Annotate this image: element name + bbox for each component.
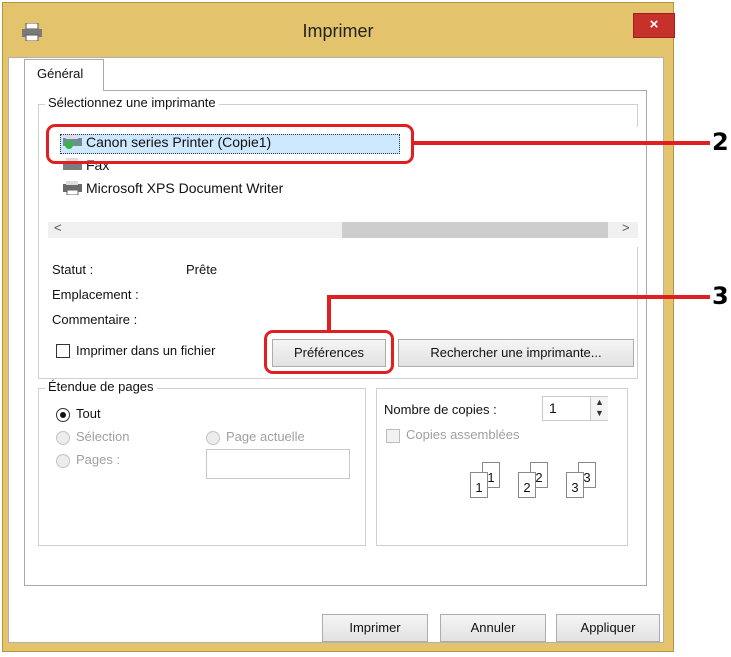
pages-input[interactable] <box>206 449 350 479</box>
pages-radio[interactable] <box>56 454 70 468</box>
preferences-callout-number: 3 <box>712 282 729 310</box>
printer-list-item-xps[interactable]: Microsoft XPS Document Writer <box>62 180 283 200</box>
collate-page-front: 3 <box>566 472 584 498</box>
print-to-file-checkbox[interactable] <box>56 344 70 358</box>
collate-page-front: 2 <box>518 472 536 498</box>
comment-label: Commentaire : <box>52 312 138 327</box>
scrollbar-thumb[interactable] <box>342 222 608 238</box>
printer-callout-line <box>414 141 710 145</box>
collate-checkbox[interactable] <box>386 429 400 443</box>
status-label: Statut : <box>52 262 94 277</box>
print-to-file-label: Imprimer dans un fichier <box>76 343 216 358</box>
location-label: Emplacement : <box>52 287 139 302</box>
title-bar[interactable]: Imprimer × <box>3 3 675 60</box>
all-pages-label: Tout <box>76 406 101 421</box>
cancel-button[interactable]: Annuler <box>440 614 546 642</box>
preferences-callout-line <box>327 295 710 299</box>
current-page-radio[interactable] <box>206 431 220 445</box>
selection-radio[interactable] <box>56 431 70 445</box>
printer-callout-number: 2 <box>712 128 729 156</box>
printer-name: Microsoft XPS Document Writer <box>86 180 284 196</box>
printer-list-scrollbar[interactable]: < > <box>48 220 638 238</box>
close-button[interactable]: × <box>633 13 675 38</box>
all-pages-radio[interactable] <box>56 408 70 422</box>
pages-label: Pages : <box>76 452 121 467</box>
find-printer-button[interactable]: Rechercher une imprimante... <box>398 339 634 367</box>
print-button[interactable]: Imprimer <box>322 614 428 642</box>
status-value: Prête <box>186 262 218 277</box>
page-range-group-label: Étendue de pages <box>45 379 157 394</box>
tab-general[interactable]: Général <box>24 59 104 91</box>
preferences-callout-box <box>264 330 394 374</box>
select-printer-group-label: Sélectionnez une imprimante <box>45 95 219 110</box>
copies-spinner-icon[interactable]: ▲ ▼ <box>590 397 608 420</box>
printer-icon <box>63 181 82 195</box>
scroll-left-arrow[interactable]: < <box>54 220 62 235</box>
selection-label: Sélection <box>76 429 130 444</box>
apply-button[interactable]: Appliquer <box>556 614 660 642</box>
collate-page-front: 1 <box>470 472 488 498</box>
current-page-label: Page actuelle <box>226 429 305 444</box>
collate-label: Copies assemblées <box>406 427 520 442</box>
copies-count-label: Nombre de copies : <box>384 402 497 417</box>
scroll-right-arrow[interactable]: > <box>622 220 630 235</box>
preferences-callout-line-vertical <box>327 295 331 331</box>
copies-count-value: 1 <box>549 400 557 416</box>
printer-callout-box <box>46 124 414 164</box>
window-title: Imprimer <box>302 21 374 41</box>
